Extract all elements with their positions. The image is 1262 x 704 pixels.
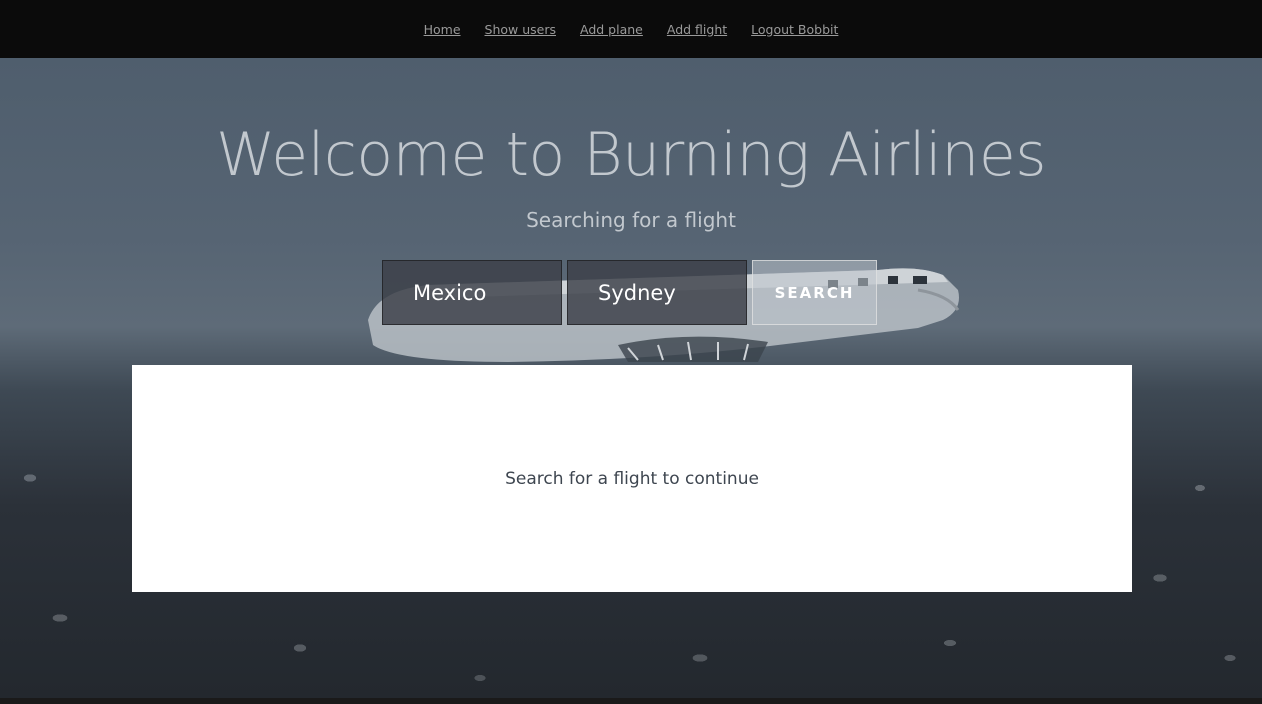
flight-search-form: SEARCH [382, 260, 877, 325]
bottom-edge [0, 698, 1262, 704]
destination-input[interactable] [567, 260, 747, 325]
nav-link-show-users[interactable]: Show users [485, 22, 556, 37]
results-panel: Search for a flight to continue [132, 365, 1132, 592]
page-title: Welcome to Burning Airlines [216, 120, 1047, 190]
nav-link-logout[interactable]: Logout Bobbit [751, 22, 838, 37]
results-message: Search for a flight to continue [505, 468, 759, 489]
origin-input[interactable] [382, 260, 562, 325]
page-subtitle: Searching for a flight [526, 208, 736, 232]
search-button[interactable]: SEARCH [752, 260, 877, 325]
top-navbar: Home Show users Add plane Add flight Log… [0, 0, 1262, 58]
nav-link-add-plane[interactable]: Add plane [580, 22, 643, 37]
nav-link-add-flight[interactable]: Add flight [667, 22, 727, 37]
page: Home Show users Add plane Add flight Log… [0, 0, 1262, 704]
nav-link-home[interactable]: Home [424, 22, 461, 37]
